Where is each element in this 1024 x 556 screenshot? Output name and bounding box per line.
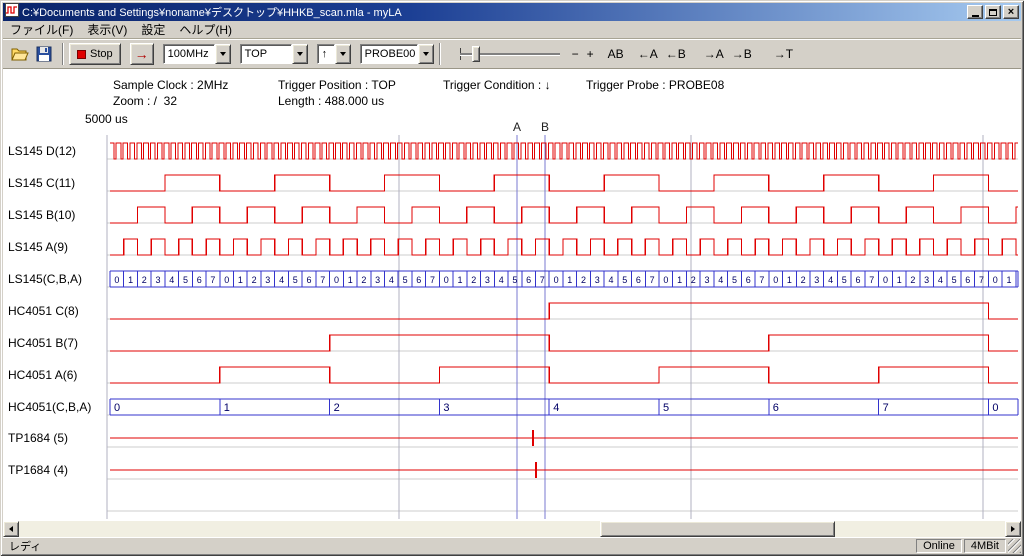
- signal-label-tp1684-4[interactable]: TP1684 (4): [8, 463, 68, 477]
- sample-clock-select[interactable]: 100MHz: [163, 44, 231, 64]
- trigger-probe-value: PROBE00: [360, 44, 418, 64]
- scroll-right-button[interactable]: [1005, 521, 1021, 537]
- cursor-ab-button[interactable]: AB: [604, 44, 628, 64]
- signal-label-ls145-c11[interactable]: LS145 C(11): [8, 176, 75, 190]
- status-online: Online: [916, 539, 962, 553]
- menu-settings[interactable]: 設定: [134, 20, 172, 39]
- run-button[interactable]: →: [130, 43, 154, 65]
- waveform-client: [3, 69, 1021, 521]
- open-button[interactable]: [9, 43, 31, 65]
- chevron-down-icon[interactable]: [215, 44, 231, 64]
- trigger-edge-value: ↑: [317, 44, 335, 64]
- goto-trigger-button[interactable]: →T: [770, 44, 797, 64]
- trigger-position-select[interactable]: TOP: [240, 44, 308, 64]
- scroll-left-button[interactable]: [3, 521, 19, 537]
- statusbar: レディ Online 4MBit: [3, 537, 1021, 553]
- length-info: Length : 488.000 us: [278, 94, 384, 108]
- titlebar[interactable]: C:¥Documents and Settings¥noname¥デスクトップ¥…: [3, 3, 1021, 21]
- signal-label-hc4051-a6[interactable]: HC4051 A(6): [8, 368, 77, 382]
- sample-clock-info: Sample Clock : 2MHz: [113, 78, 228, 92]
- maximize-button[interactable]: [985, 5, 1001, 19]
- status-memory: 4MBit: [964, 539, 1006, 553]
- timescale-label: 5000 us: [85, 112, 128, 126]
- stop-icon: [77, 50, 86, 59]
- window-title: C:¥Documents and Settings¥noname¥デスクトップ¥…: [22, 4, 964, 20]
- app-window: C:¥Documents and Settings¥noname¥デスクトップ¥…: [0, 0, 1024, 556]
- scroll-right-icon: [1011, 526, 1015, 532]
- scroll-left-icon: [9, 526, 13, 532]
- signal-label-tp1684-5[interactable]: TP1684 (5): [8, 431, 68, 445]
- trigger-position-info: Trigger Position : TOP: [278, 78, 396, 92]
- save-floppy-icon: [36, 46, 52, 62]
- signal-label-hc4051-bus[interactable]: HC4051(C,B,A): [8, 400, 91, 414]
- app-icon: [5, 3, 19, 22]
- stop-label: Stop: [90, 48, 113, 60]
- zoom-slider[interactable]: [460, 44, 560, 64]
- menu-file[interactable]: ファイル(F): [3, 20, 80, 39]
- chevron-down-icon[interactable]: [418, 44, 434, 64]
- sample-clock-value: 100MHz: [163, 44, 215, 64]
- goto-cursor-a-left-button[interactable]: ←A: [634, 44, 662, 64]
- toolbar-separator: [62, 43, 64, 65]
- menubar: ファイル(F) 表示(V) 設定 ヘルプ(H): [3, 21, 1021, 39]
- maximize-icon: [989, 9, 997, 16]
- status-text: レディ: [3, 537, 914, 555]
- zoom-in-button[interactable]: +: [583, 44, 598, 64]
- zoom-info: Zoom : / 32: [113, 94, 177, 108]
- close-button[interactable]: ×: [1003, 5, 1019, 19]
- run-arrow-icon: →: [135, 46, 149, 62]
- trigger-edge-select[interactable]: ↑: [317, 44, 351, 64]
- horizontal-scrollbar[interactable]: [3, 521, 1021, 537]
- goto-cursor-a-right-button[interactable]: →A: [700, 44, 728, 64]
- window-controls: ×: [967, 5, 1019, 19]
- signal-label-ls145-bus[interactable]: LS145(C,B,A): [8, 272, 82, 286]
- goto-cursor-b-left-button[interactable]: ←B: [662, 44, 690, 64]
- close-icon: ×: [1008, 7, 1014, 17]
- trigger-probe-select[interactable]: PROBE00: [360, 44, 434, 64]
- trigger-condition-info: Trigger Condition : ↓: [443, 78, 551, 92]
- goto-cursor-b-right-button[interactable]: →B: [728, 44, 756, 64]
- trigger-probe-info: Trigger Probe : PROBE08: [586, 78, 724, 92]
- signal-label-ls145-d12[interactable]: LS145 D(12): [8, 144, 76, 158]
- cursor-b-label[interactable]: B: [539, 120, 551, 134]
- stop-button[interactable]: Stop: [69, 43, 121, 65]
- minimize-button[interactable]: [967, 5, 983, 19]
- chevron-down-icon[interactable]: [335, 44, 351, 64]
- menu-help[interactable]: ヘルプ(H): [172, 20, 239, 39]
- signal-label-ls145-b10[interactable]: LS145 B(10): [8, 208, 75, 222]
- slider-thumb[interactable]: [472, 46, 480, 62]
- toolbar: Stop → 100MHz TOP ↑ PROBE00 − + AB ←A ←B: [3, 39, 1021, 69]
- open-folder-icon: [11, 46, 29, 62]
- scrollbar-thumb[interactable]: [600, 521, 835, 537]
- resize-grip[interactable]: [1008, 539, 1021, 553]
- signal-label-hc4051-b7[interactable]: HC4051 B(7): [8, 336, 78, 350]
- chevron-down-icon[interactable]: [292, 44, 308, 64]
- signal-label-hc4051-c8[interactable]: HC4051 C(8): [8, 304, 79, 318]
- signal-label-ls145-a9[interactable]: LS145 A(9): [8, 240, 68, 254]
- zoom-out-button[interactable]: −: [568, 44, 583, 64]
- cursor-a-label[interactable]: A: [511, 120, 523, 134]
- minimize-icon: [972, 15, 979, 17]
- toolbar-separator: [439, 43, 441, 65]
- scrollbar-track[interactable]: [19, 521, 1005, 537]
- menu-view[interactable]: 表示(V): [80, 20, 134, 39]
- trigger-position-value: TOP: [240, 44, 292, 64]
- save-button[interactable]: [33, 43, 55, 65]
